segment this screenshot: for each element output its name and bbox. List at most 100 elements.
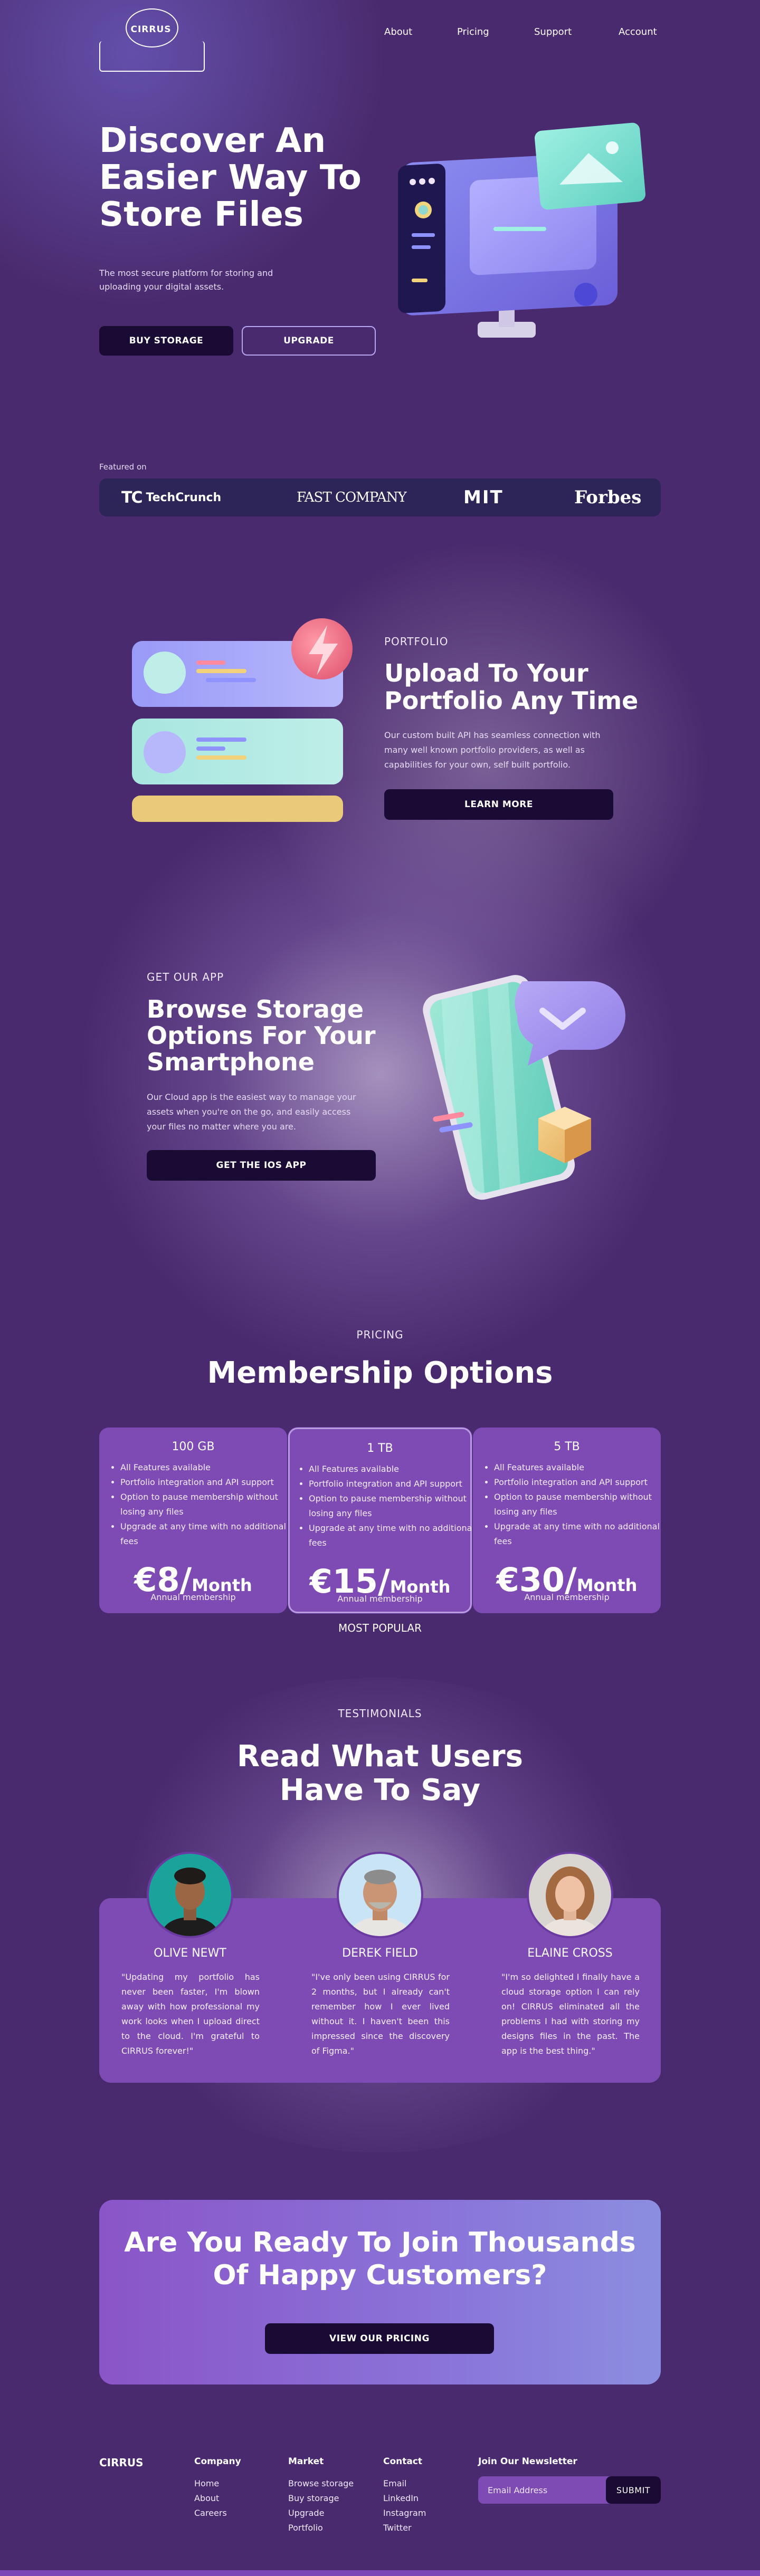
hero-title-line: Discover An xyxy=(99,121,326,160)
avatar-derek-field xyxy=(350,1870,410,1936)
fast-company-logo: FAST COMPANY xyxy=(297,490,407,505)
avatar-olive-newt xyxy=(163,1868,217,1936)
brand-logo[interactable]: CIRRUS xyxy=(99,8,205,72)
hero-subtitle: The most secure platform for storing and… xyxy=(99,268,273,292)
testimonial-quote: "Updating my portfolio has never been fa… xyxy=(121,1972,260,2056)
plan-feature: Option to pause membership without losin… xyxy=(120,1490,290,1519)
plan-size: 100 GB xyxy=(172,1440,215,1453)
hero-title: Discover An Easier Way To Store Files xyxy=(99,122,395,233)
plan-period: Annual membership xyxy=(150,1592,236,1602)
footer-link[interactable]: Upgrade xyxy=(288,2506,354,2521)
testimonials-title-line: Have To Say xyxy=(279,1773,481,1807)
logo-base-shape xyxy=(99,41,205,72)
newsletter-form: SUBMIT xyxy=(478,2476,661,2504)
plan-feature: Upgrade at any time with no additional f… xyxy=(494,1519,664,1549)
footer-link[interactable]: Home xyxy=(194,2476,227,2491)
pricing-card-1tb[interactable]: 1 TB All Features available Portfolio in… xyxy=(288,1428,474,1613)
logo-text: CIRRUS xyxy=(130,24,172,35)
portfolio-illustration xyxy=(132,618,353,822)
footer-heading-market: Market xyxy=(288,2456,324,2467)
forbes-logo: Forbes xyxy=(574,487,642,508)
avatar xyxy=(527,1852,613,1938)
plan-feature: All Features available xyxy=(120,1460,290,1475)
app-title: Browse Storage Options For Your Smartpho… xyxy=(147,996,400,1075)
cta-title-line: Of Happy Customers? xyxy=(213,2259,547,2291)
testimonials-title: Read What Users Have To Say xyxy=(0,1740,760,1807)
portfolio-title-line: Upload To Your xyxy=(384,659,588,687)
plan-feature-list: All Features available Portfolio integra… xyxy=(484,1460,664,1549)
plan-feature: Portfolio integration and API support xyxy=(494,1475,664,1490)
avatar xyxy=(337,1852,423,1938)
footer-link[interactable]: Browse storage xyxy=(288,2476,354,2491)
featured-label: Featured on xyxy=(99,462,147,472)
footer-link[interactable]: Careers xyxy=(194,2506,227,2521)
portfolio-kicker: PORTFOLIO xyxy=(384,635,449,648)
footer-brand[interactable]: CIRRUS xyxy=(99,2456,144,2469)
cta-title: Are You Ready To Join Thousands Of Happy… xyxy=(99,2226,661,2292)
footer-link[interactable]: LinkedIn xyxy=(383,2491,426,2506)
techcrunch-logo: TC TechCrunch xyxy=(121,488,222,507)
nav-account[interactable]: Account xyxy=(619,26,657,37)
testimonials-title-line: Read What Users xyxy=(237,1739,523,1774)
techcrunch-text: TechCrunch xyxy=(146,491,222,504)
newsletter-email-input[interactable] xyxy=(478,2476,605,2504)
footer-links-contact: Email LinkedIn Instagram Twitter xyxy=(383,2476,426,2535)
view-pricing-button[interactable]: VIEW OUR PRICING xyxy=(265,2323,494,2354)
testimonial-name: OLIVE NEWT xyxy=(154,1947,226,1960)
testimonial-name: ELAINE CROSS xyxy=(527,1947,613,1960)
footer-link[interactable]: Email xyxy=(383,2476,426,2491)
pricing-title: Membership Options xyxy=(207,1356,553,1390)
testimonial-name: DEREK FIELD xyxy=(342,1947,418,1960)
testimonial-quote: "I've only been using CIRRUS for 2 month… xyxy=(311,1972,450,2056)
footer-link[interactable]: About xyxy=(194,2491,227,2506)
plan-size: 1 TB xyxy=(367,1442,393,1455)
nav-about[interactable]: About xyxy=(384,26,412,37)
learn-more-button[interactable]: LEARN MORE xyxy=(384,789,613,820)
avatar-elaine-cross xyxy=(542,1866,598,1936)
plan-feature: All Features available xyxy=(494,1460,664,1475)
footer-link[interactable]: Twitter xyxy=(383,2521,426,2535)
footer-heading-company: Company xyxy=(194,2456,241,2467)
testimonials-kicker: TESTIMONIALS xyxy=(338,1707,422,1720)
newsletter-heading: Join Our Newsletter xyxy=(478,2456,577,2467)
plan-feature: All Features available xyxy=(309,1462,479,1477)
hero-title-line: Store Files xyxy=(99,195,303,234)
plan-period: Annual membership xyxy=(337,1594,423,1604)
plan-feature: Portfolio integration and API support xyxy=(120,1475,290,1490)
footer-bottom-strip xyxy=(0,2570,760,2576)
portfolio-title-line: Portfolio Any Time xyxy=(384,686,639,715)
mit-logo: MIT xyxy=(463,487,504,508)
plan-feature: Option to pause membership without losin… xyxy=(309,1491,479,1521)
hero-title-line: Easier Way To xyxy=(99,158,362,197)
plan-feature-list: All Features available Portfolio integra… xyxy=(299,1462,479,1550)
plan-feature: Upgrade at any time with no additional f… xyxy=(309,1521,479,1550)
plan-feature: Portfolio integration and API support xyxy=(309,1477,479,1491)
computer-illustration xyxy=(398,122,645,338)
nav-pricing[interactable]: Pricing xyxy=(457,26,489,37)
app-title-line: Smartphone xyxy=(147,1048,315,1076)
upgrade-button[interactable]: UPGRADE xyxy=(242,326,376,356)
pricing-card-5tb[interactable]: 5 TB All Features available Portfolio in… xyxy=(473,1428,661,1613)
app-kicker: GET OUR APP xyxy=(147,971,224,983)
most-popular-label: MOST POPULAR xyxy=(338,1622,422,1634)
plan-feature: Option to pause membership without losin… xyxy=(494,1490,664,1519)
footer-link[interactable]: Buy storage xyxy=(288,2491,354,2506)
nav-support[interactable]: Support xyxy=(534,26,572,37)
footer-link[interactable]: Instagram xyxy=(383,2506,426,2521)
pricing-card-100gb[interactable]: 100 GB All Features available Portfolio … xyxy=(99,1428,287,1613)
app-body: Our Cloud app is the easiest way to mana… xyxy=(147,1092,356,1132)
footer-link[interactable]: Portfolio xyxy=(288,2521,354,2535)
plan-feature-list: All Features available Portfolio integra… xyxy=(111,1460,290,1549)
avatar xyxy=(147,1852,233,1938)
footer-links-market: Browse storage Buy storage Upgrade Portf… xyxy=(288,2476,354,2535)
testimonial-quote: "I'm so delighted I finally have a cloud… xyxy=(501,1972,640,2056)
newsletter-submit-button[interactable]: SUBMIT xyxy=(606,2476,661,2504)
portfolio-body: Our custom built API has seamless connec… xyxy=(384,730,601,770)
get-ios-app-button[interactable]: GET THE IOS APP xyxy=(147,1150,376,1181)
plan-feature: Upgrade at any time with no additional f… xyxy=(120,1519,290,1549)
smartphone-illustration xyxy=(423,975,625,1200)
app-title-line: Options For Your xyxy=(147,1021,376,1050)
buy-storage-button[interactable]: BUY STORAGE xyxy=(99,326,233,356)
footer-heading-contact: Contact xyxy=(383,2456,423,2467)
pricing-kicker: PRICING xyxy=(356,1328,404,1341)
